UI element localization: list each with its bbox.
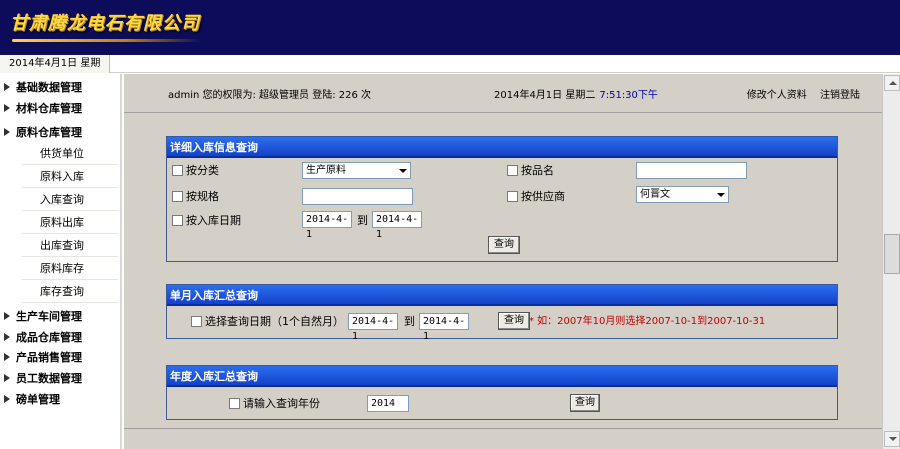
yearly-inbound-summary-panel: 年度入库汇总查询 请输入查询年份 2014 查询 (166, 365, 838, 420)
sidebar-item-sales[interactable]: 产品销售管理 (4, 348, 82, 368)
sidebar-item-basic-data[interactable]: 基础数据管理 (4, 78, 82, 98)
sub-item-supplier[interactable]: 供货单位 (22, 143, 118, 165)
by-supplier-checkbox[interactable] (507, 191, 518, 202)
scroll-up-button[interactable] (884, 75, 900, 91)
by-category-label: 按分类 (186, 164, 219, 177)
arrow-right-icon (4, 312, 10, 320)
select-date-checkbox[interactable] (191, 316, 202, 327)
divider (124, 428, 882, 429)
arrow-right-icon (4, 333, 10, 341)
top-info-bar: admin 您的权限为: 超级管理员 登陆: 226 次 2014年4月1日 星… (168, 88, 868, 108)
to-label: 到 (357, 214, 368, 227)
to-label: 到 (404, 315, 415, 328)
sidebar-item-raw-warehouse[interactable]: 原料仓库管理 (4, 123, 82, 143)
arrow-right-icon (4, 104, 10, 112)
by-date-checkbox[interactable] (172, 215, 183, 226)
query-button[interactable]: 查询 (570, 394, 600, 412)
logo-underline (12, 39, 202, 42)
arrow-right-icon (4, 128, 10, 136)
by-date-label: 按入库日期 (186, 214, 241, 227)
by-product-checkbox[interactable] (507, 165, 518, 176)
year-prompt-label: 请输入查询年份 (243, 397, 320, 410)
supplier-select[interactable]: 何晋文 (636, 186, 729, 203)
main-content: admin 您的权限为: 超级管理员 登陆: 226 次 2014年4月1日 星… (124, 74, 882, 449)
select-date-label: 选择查询日期（1个自然月） (205, 315, 344, 328)
edit-profile-link[interactable]: 修改个人资料 (747, 90, 807, 101)
panel-title: 年度入库汇总查询 (167, 366, 837, 387)
by-product-label: 按品名 (521, 164, 554, 177)
year-input[interactable]: 2014 (367, 395, 409, 412)
panel-title: 详细入库信息查询 (167, 137, 837, 158)
sub-item-raw-outbound[interactable]: 原料出库 (22, 212, 118, 234)
by-category-checkbox[interactable] (172, 165, 183, 176)
arrow-right-icon (4, 353, 10, 361)
by-spec-checkbox[interactable] (172, 191, 183, 202)
month-date-from-input[interactable]: 2014-4-1 (348, 313, 398, 342)
date-to-input[interactable]: 2014-4-1 (372, 211, 422, 240)
sidebar-item-product-warehouse[interactable]: 成品仓库管理 (4, 328, 82, 348)
sidebar-item-weigh-slip[interactable]: 磅单管理 (4, 390, 60, 410)
sub-item-raw-inbound[interactable]: 原料入库 (22, 166, 118, 188)
category-select[interactable]: 生产原料 (302, 162, 411, 179)
current-datetime: 2014年4月1日 星期二 7:51:30下午 (494, 90, 658, 101)
vertical-scrollbar[interactable] (882, 74, 900, 449)
chevron-down-icon (399, 169, 407, 173)
product-input[interactable] (636, 162, 747, 179)
sub-item-stock-query[interactable]: 库存查询 (22, 281, 118, 303)
sub-item-raw-stock[interactable]: 原料库存 (22, 258, 118, 280)
query-button[interactable]: 查询 (488, 236, 520, 254)
sub-item-outbound-query[interactable]: 出库查询 (22, 235, 118, 257)
arrow-up-icon (889, 81, 897, 85)
account-links: 修改个人资料 注销登陆 (737, 88, 860, 104)
sidebar-item-staff[interactable]: 员工数据管理 (4, 369, 82, 389)
clock: 7:51:30下午 (599, 90, 658, 101)
chevron-down-icon (717, 193, 725, 197)
panel-title: 单月入库汇总查询 (167, 285, 837, 306)
sub-item-inbound-query[interactable]: 入库查询 (22, 189, 118, 211)
monthly-inbound-summary-panel: 单月入库汇总查询 选择查询日期（1个自然月） 2014-4-1 到 2014-4… (166, 284, 838, 342)
query-button[interactable]: 查询 (498, 312, 530, 330)
by-supplier-label: 按供应商 (521, 190, 565, 203)
arrow-right-icon (4, 374, 10, 382)
sidebar-item-material-warehouse[interactable]: 材料仓库管理 (4, 99, 82, 119)
scroll-down-button[interactable] (884, 431, 900, 447)
sidebar: 基础数据管理 材料仓库管理 原料仓库管理 供货单位 原料入库 入库查询 原料出库… (0, 74, 122, 449)
current-date-tab: 2014年4月1日 星期二 (0, 55, 110, 87)
sidebar-item-workshop[interactable]: 生产车间管理 (4, 307, 82, 327)
year-checkbox[interactable] (229, 398, 240, 409)
spec-input[interactable] (302, 188, 413, 205)
arrow-right-icon (4, 395, 10, 403)
logout-link[interactable]: 注销登陆 (820, 90, 860, 101)
example-note: * 如：2007年10月则选择2007-10-1到2007-10-31 (529, 316, 766, 327)
date-from-input[interactable]: 2014-4-1 (302, 211, 352, 240)
month-date-to-input[interactable]: 2014-4-1 (419, 313, 469, 342)
company-logo: 甘肃腾龙电石有限公司 (10, 13, 200, 34)
date-strip: 2014年4月1日 星期二 (0, 55, 900, 87)
header-banner: 甘肃腾龙电石有限公司 (0, 0, 900, 55)
detail-inbound-query-panel: 详细入库信息查询 按分类 生产原料 按品名 按规格 按供应商 何晋文 按入库日期… (166, 136, 838, 262)
user-info: admin 您的权限为: 超级管理员 登陆: 226 次 (168, 90, 372, 101)
by-spec-label: 按规格 (186, 190, 219, 203)
scroll-thumb[interactable] (884, 234, 900, 274)
arrow-right-icon (4, 83, 10, 91)
arrow-down-icon (889, 437, 897, 441)
divider (124, 112, 882, 113)
